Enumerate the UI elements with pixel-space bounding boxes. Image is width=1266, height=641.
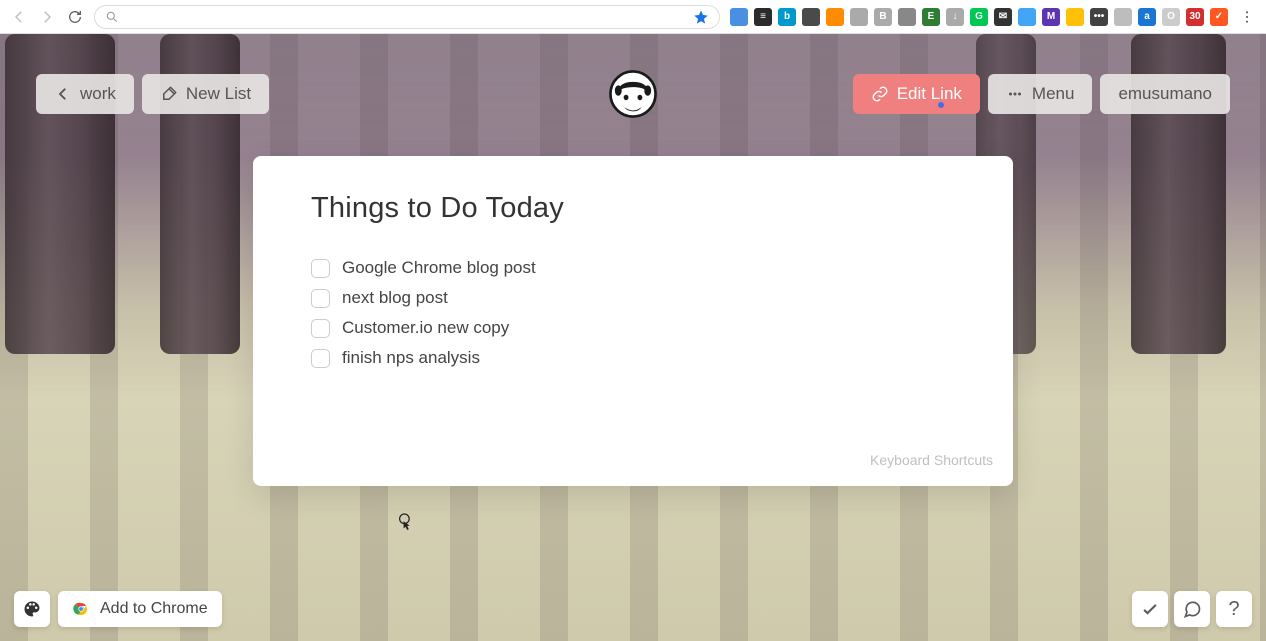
card-title[interactable]: Things to Do Today bbox=[311, 192, 955, 225]
notification-dot-icon bbox=[938, 102, 944, 108]
extension-grey-icon[interactable] bbox=[1114, 8, 1132, 26]
extension-honey-icon[interactable] bbox=[1066, 8, 1084, 26]
todo-text[interactable]: finish nps analysis bbox=[342, 348, 480, 368]
forward-icon[interactable] bbox=[38, 8, 56, 26]
edit-link-label: Edit Link bbox=[897, 84, 962, 104]
extension-buffer-icon[interactable]: ≡ bbox=[754, 8, 772, 26]
checkbox[interactable] bbox=[311, 349, 330, 368]
bottom-left-tools: Add to Chrome bbox=[14, 591, 222, 627]
extension-evernote-icon[interactable]: E bbox=[922, 8, 940, 26]
todo-text[interactable]: Google Chrome blog post bbox=[342, 258, 536, 278]
bottom-right-tools: ? bbox=[1132, 591, 1252, 627]
keyboard-shortcuts-link[interactable]: Keyboard Shortcuts bbox=[870, 452, 993, 468]
star-icon[interactable] bbox=[693, 9, 709, 25]
check-icon bbox=[1140, 599, 1160, 619]
help-button[interactable]: ? bbox=[1216, 591, 1252, 627]
sheep-icon bbox=[607, 68, 659, 120]
checkbox[interactable] bbox=[311, 259, 330, 278]
new-list-label: New List bbox=[186, 84, 251, 104]
add-chrome-label: Add to Chrome bbox=[100, 600, 208, 618]
chevron-left-icon bbox=[54, 85, 72, 103]
new-list-icon bbox=[160, 85, 178, 103]
app-logo[interactable] bbox=[607, 68, 659, 125]
background-scene: work New List Edit Link Menu emusumano bbox=[0, 34, 1266, 641]
reload-icon[interactable] bbox=[66, 8, 84, 26]
chat-button[interactable] bbox=[1174, 591, 1210, 627]
user-button[interactable]: emusumano bbox=[1100, 74, 1230, 114]
todo-item[interactable]: Google Chrome blog post bbox=[311, 253, 955, 283]
chat-icon bbox=[1182, 599, 1202, 619]
extension-bold-icon[interactable]: B bbox=[874, 8, 892, 26]
todo-item[interactable]: Customer.io new copy bbox=[311, 313, 955, 343]
edit-link-button[interactable]: Edit Link bbox=[853, 74, 980, 114]
extension-mail-icon[interactable]: ✉ bbox=[994, 8, 1012, 26]
cursor-icon bbox=[398, 512, 414, 532]
extension-skype-icon[interactable] bbox=[1018, 8, 1036, 26]
username: emusumano bbox=[1118, 84, 1212, 104]
extension-alexa-icon[interactable]: a bbox=[1138, 8, 1156, 26]
extension-carrot-icon[interactable] bbox=[826, 8, 844, 26]
back-to-work-button[interactable]: work bbox=[36, 74, 134, 114]
todo-item[interactable]: next blog post bbox=[311, 283, 955, 313]
add-to-chrome-button[interactable]: Add to Chrome bbox=[58, 591, 222, 627]
extension-calendar-icon[interactable]: 30 bbox=[1186, 8, 1204, 26]
back-label: work bbox=[80, 84, 116, 104]
omnibox[interactable] bbox=[94, 5, 720, 29]
extension-mega-icon[interactable]: M bbox=[1042, 8, 1060, 26]
extension-grammarly-icon[interactable]: G bbox=[970, 8, 988, 26]
todo-list: Google Chrome blog post next blog post Cus… bbox=[311, 253, 955, 373]
extension-bitly-icon[interactable]: b bbox=[778, 8, 796, 26]
back-icon[interactable] bbox=[10, 8, 28, 26]
search-icon bbox=[105, 10, 119, 24]
extension-onepass-icon[interactable]: ••• bbox=[1090, 8, 1108, 26]
extension-icons: ≡ b B E ↓ G ✉ M ••• aO 30 ✓ bbox=[730, 8, 1228, 26]
menu-button[interactable]: Menu bbox=[988, 74, 1093, 114]
new-list-button[interactable]: New List bbox=[142, 74, 269, 114]
theme-button[interactable] bbox=[14, 591, 50, 627]
todo-text[interactable]: Customer.io new copy bbox=[342, 318, 509, 338]
chrome-menu-icon[interactable] bbox=[1238, 8, 1256, 26]
chrome-icon bbox=[72, 600, 90, 618]
menu-label: Menu bbox=[1032, 84, 1075, 104]
checkbox[interactable] bbox=[311, 319, 330, 338]
extension-square-icon[interactable] bbox=[898, 8, 916, 26]
extension-lastpass-icon[interactable] bbox=[730, 8, 748, 26]
extension-circle-icon[interactable]: O bbox=[1162, 8, 1180, 26]
question-icon: ? bbox=[1228, 598, 1239, 621]
todo-text[interactable]: next blog post bbox=[342, 288, 448, 308]
palette-icon bbox=[22, 599, 42, 619]
link-icon bbox=[871, 85, 889, 103]
extension-edit-icon[interactable] bbox=[850, 8, 868, 26]
todo-card: Things to Do Today Google Chrome blog po… bbox=[253, 156, 1013, 486]
browser-chrome: ≡ b B E ↓ G ✉ M ••• aO 30 ✓ bbox=[0, 0, 1266, 34]
dots-icon bbox=[1006, 85, 1024, 103]
todo-item[interactable]: finish nps analysis bbox=[311, 343, 955, 373]
extension-download-icon[interactable]: ↓ bbox=[946, 8, 964, 26]
checkbox[interactable] bbox=[311, 289, 330, 308]
extension-brush-icon[interactable] bbox=[802, 8, 820, 26]
extension-todoist-icon[interactable]: ✓ bbox=[1210, 8, 1228, 26]
done-button[interactable] bbox=[1132, 591, 1168, 627]
